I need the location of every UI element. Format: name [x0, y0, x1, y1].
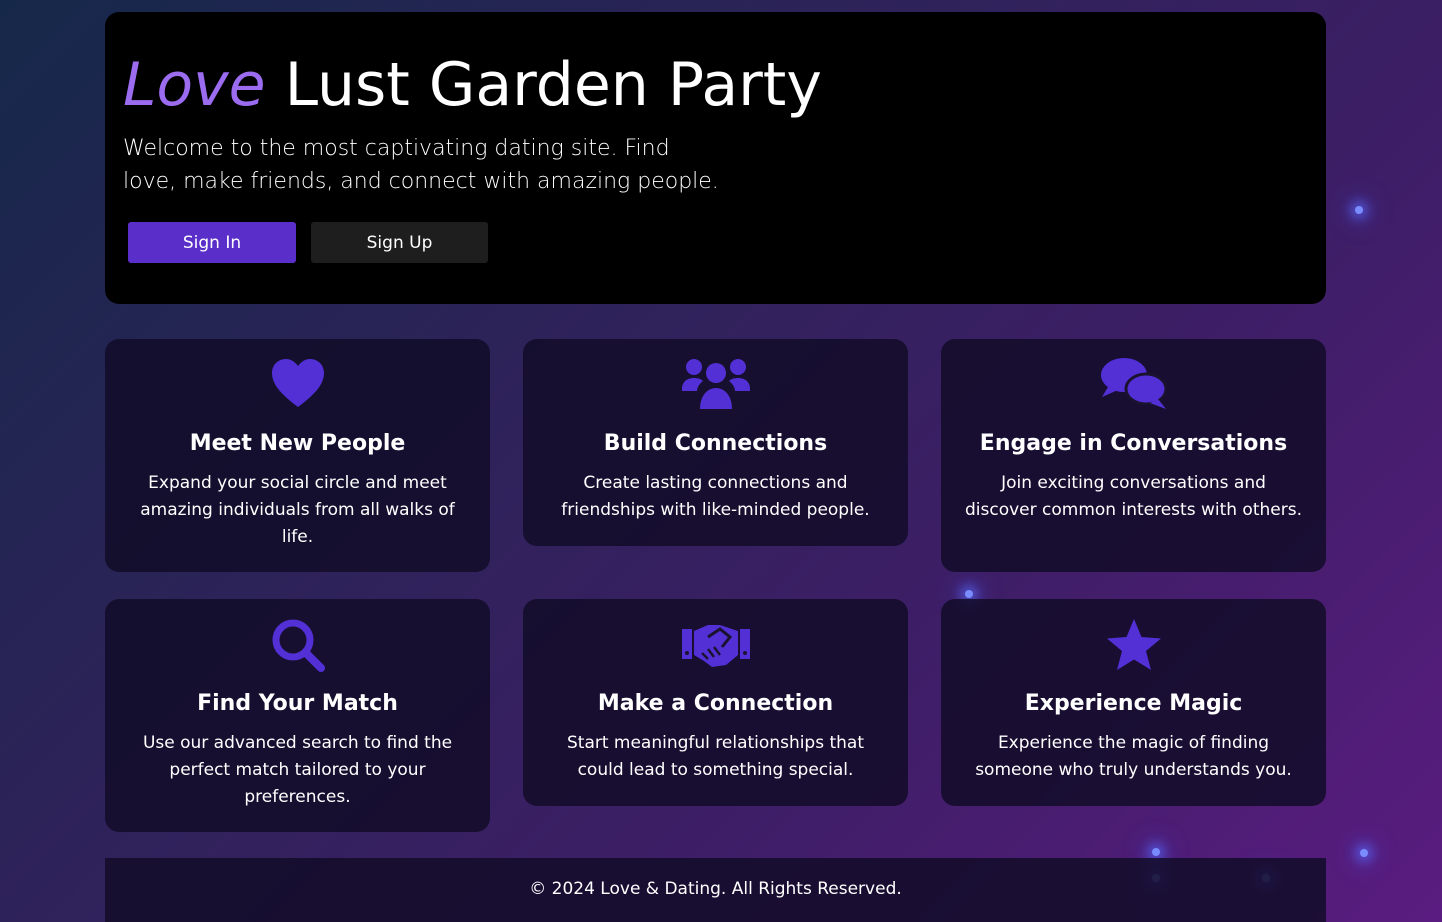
title-accent: Love: [123, 50, 266, 120]
heart-icon: [271, 359, 324, 407]
feature-card-meet-new-people: Meet New People Expand your social circl…: [105, 339, 490, 572]
search-icon: [272, 619, 325, 672]
users-icon: [681, 359, 750, 409]
page-title: Love Lust Garden Party: [123, 50, 822, 120]
sparkle: [1152, 848, 1160, 856]
sparkle: [965, 590, 973, 598]
sparkle: [1360, 849, 1368, 857]
feature-title: Build Connections: [603, 431, 828, 456]
title-rest: Lust Garden Party: [284, 50, 822, 120]
feature-card-find-your-match: Find Your Match Use our advanced search …: [105, 599, 490, 832]
footer: © 2024 Love & Dating. All Rights Reserve…: [105, 858, 1326, 922]
hero-description: Welcome to the most captivating dating s…: [123, 136, 719, 194]
feature-text: Use our advanced search to find the perf…: [142, 733, 453, 807]
sign-up-button[interactable]: Sign Up: [311, 222, 488, 263]
star-icon: [1106, 619, 1161, 670]
comments-icon: [1100, 358, 1167, 409]
feature-text: Create lasting connections and friendshi…: [561, 473, 870, 520]
feature-card-build-connections: Build Connections Create lasting connect…: [523, 339, 908, 546]
handshake-icon: [681, 625, 750, 667]
feature-title: Engage in Conversations: [979, 431, 1288, 456]
feature-text: Start meaningful relationships that coul…: [566, 733, 865, 780]
feature-card-make-a-connection: Make a Connection Start meaningful relat…: [523, 599, 908, 806]
feature-card-experience-magic: Experience Magic Experience the magic of…: [941, 599, 1326, 806]
hero-section: Love Lust Garden Party Welcome to the mo…: [105, 12, 1326, 304]
feature-text: Join exciting conversations and discover…: [965, 473, 1302, 520]
sign-in-button[interactable]: Sign In: [128, 222, 296, 263]
feature-card-engage-in-conversations: Engage in Conversations Join exciting co…: [941, 339, 1326, 572]
feature-text: Experience the magic of finding someone …: [975, 733, 1292, 780]
feature-title: Experience Magic: [1024, 691, 1243, 716]
sparkle: [1355, 206, 1363, 214]
feature-text: Expand your social circle and meet amazi…: [140, 473, 455, 547]
copyright-text: © 2024 Love & Dating. All Rights Reserve…: [529, 879, 902, 899]
feature-title: Meet New People: [189, 431, 406, 456]
feature-title: Find Your Match: [197, 691, 398, 716]
feature-title: Make a Connection: [597, 691, 834, 716]
